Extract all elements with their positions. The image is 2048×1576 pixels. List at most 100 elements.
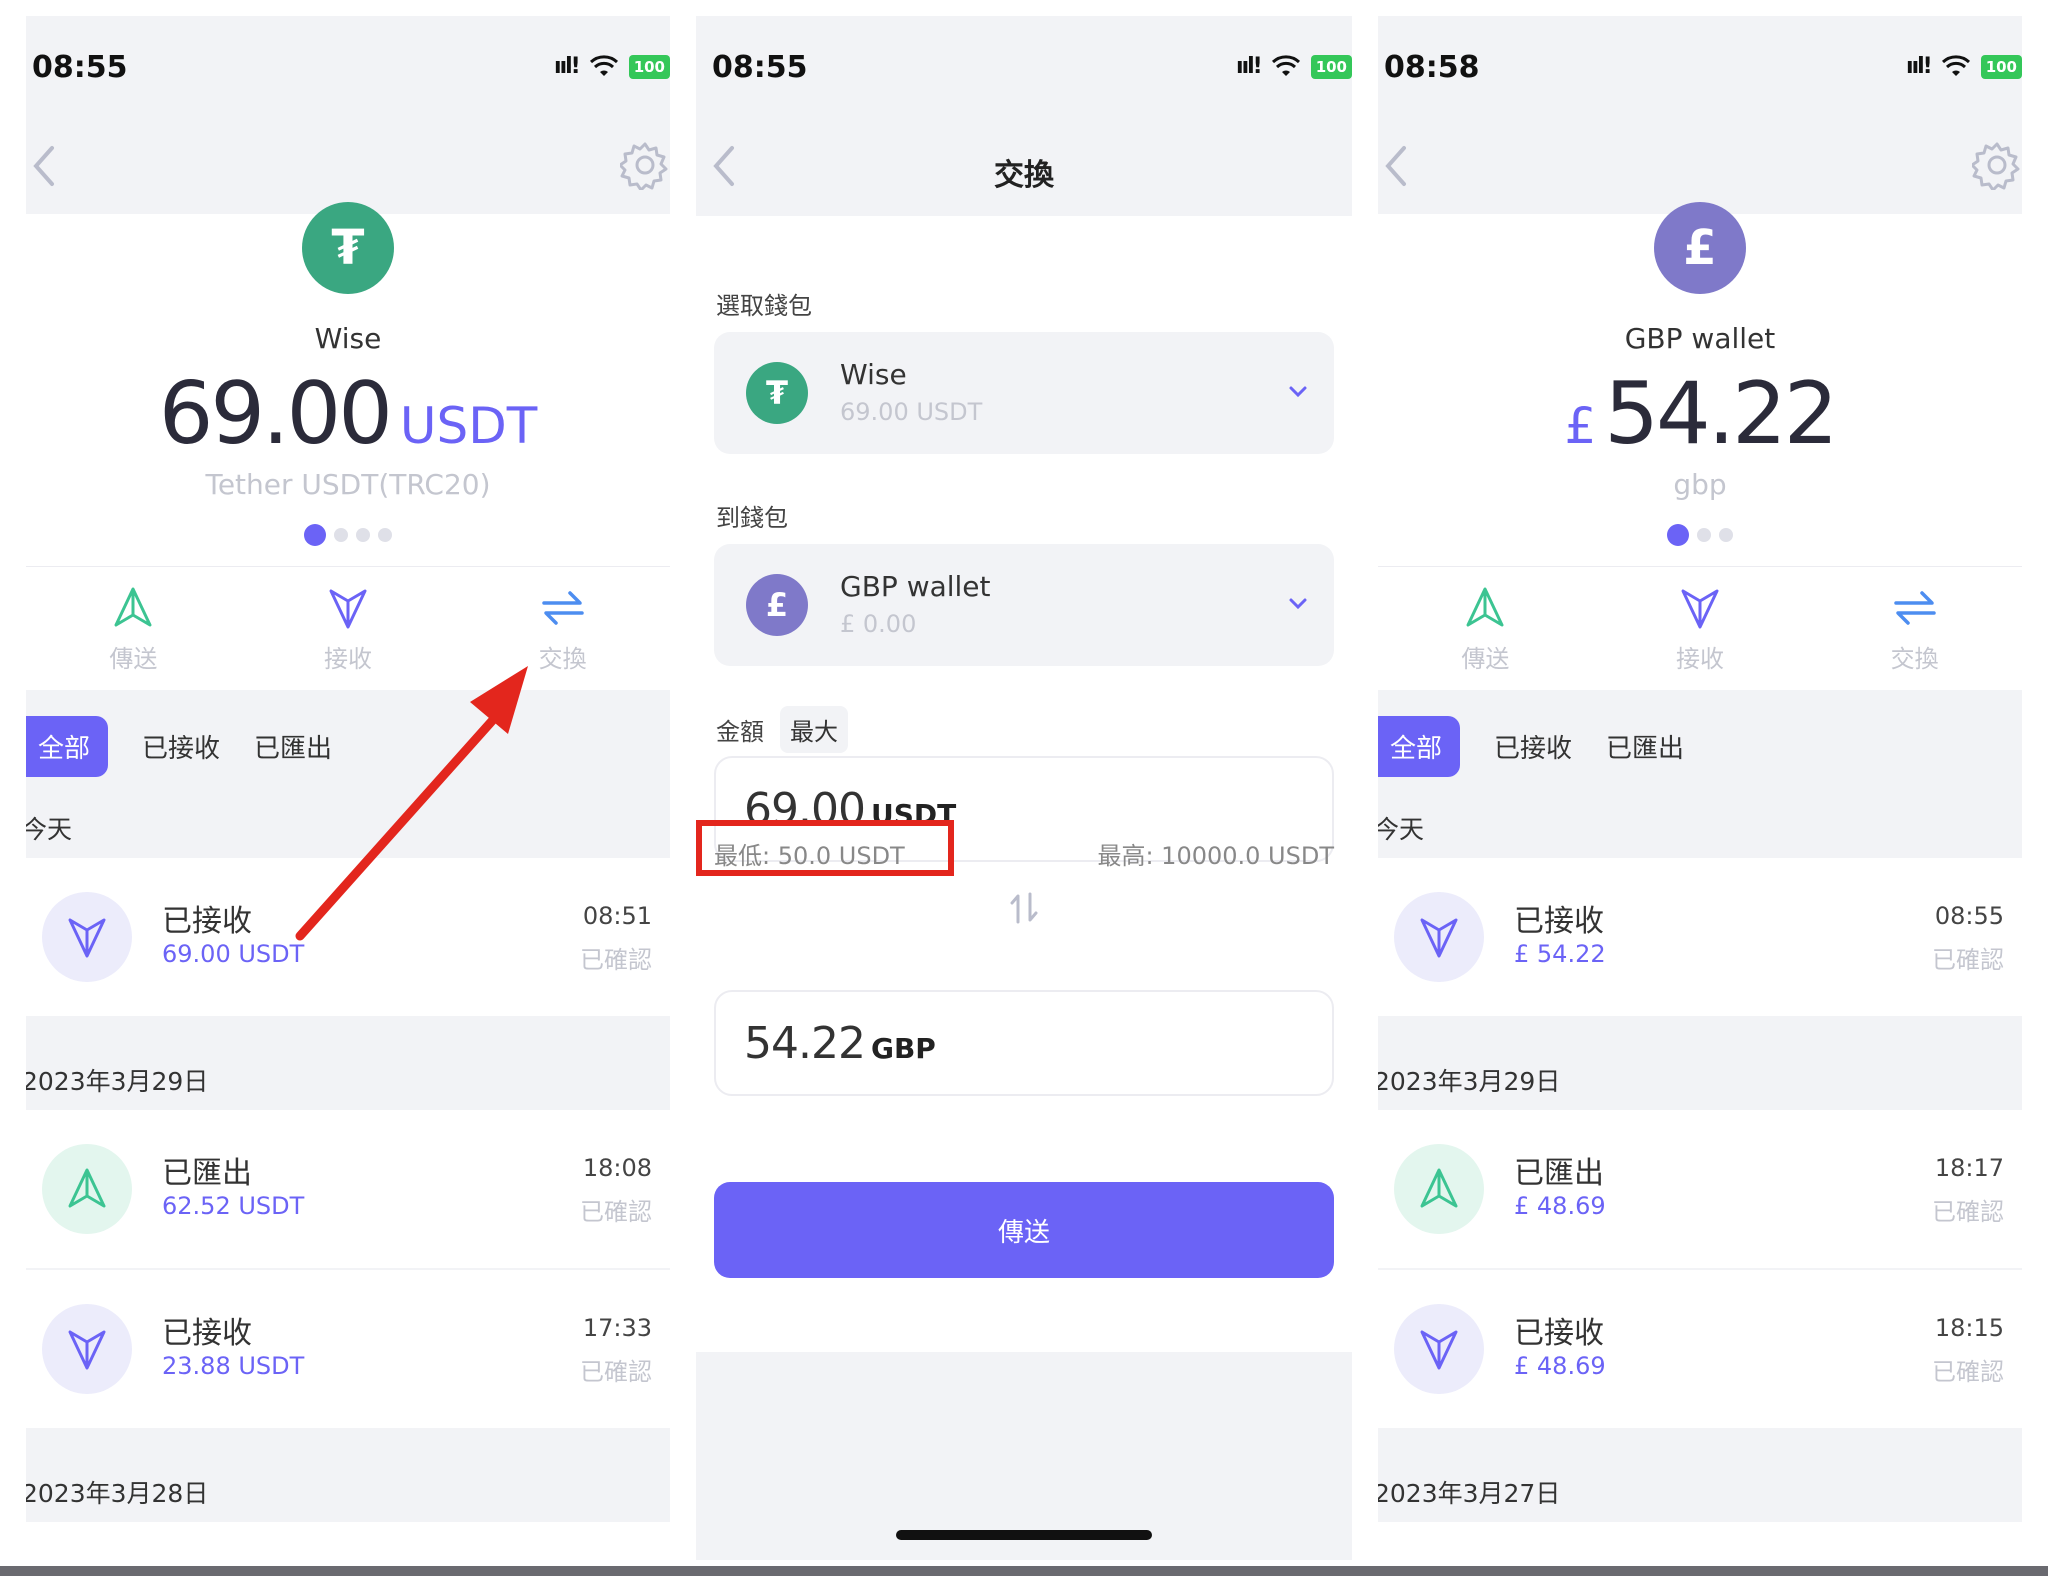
receive-action[interactable]: 接收 bbox=[278, 567, 418, 690]
wifi-icon bbox=[1941, 54, 1970, 76]
wifi-icon bbox=[1271, 54, 1300, 76]
to-wallet-label: 到錢包 bbox=[716, 504, 788, 532]
transaction-amount: £ 54.22 bbox=[1514, 940, 1606, 968]
transaction-status: 已確認 bbox=[1932, 1358, 2004, 1386]
status-time: 08:55 bbox=[712, 50, 808, 85]
receive-action[interactable]: 接收 bbox=[1630, 567, 1770, 690]
receive-icon bbox=[1394, 892, 1484, 982]
tab-received[interactable]: 已接收 bbox=[1494, 718, 1572, 775]
tab-sent[interactable]: 已匯出 bbox=[1606, 718, 1684, 775]
wallet-actions: 傳送 接收 交換 bbox=[1378, 566, 2022, 690]
transaction-status: 已確認 bbox=[580, 1358, 652, 1386]
battery-icon: 100 bbox=[1310, 54, 1352, 79]
transaction-type: 已接收 bbox=[1514, 1316, 1604, 1351]
back-icon[interactable] bbox=[1382, 144, 1410, 188]
receive-action-label: 接收 bbox=[323, 645, 372, 673]
balance-unit: USDT bbox=[399, 397, 538, 455]
receive-icon bbox=[329, 589, 367, 629]
exchange-form: 選取錢包 ₮ Wise 69.00 USDT 到錢包 £ GBP wallet … bbox=[696, 216, 1352, 1352]
wallet-network: Tether USDT(TRC20) bbox=[205, 468, 491, 501]
transaction-row[interactable] bbox=[26, 1522, 670, 1560]
gbp-icon: £ bbox=[746, 574, 808, 636]
gear-icon[interactable] bbox=[620, 140, 670, 190]
date-group-label: 今天 bbox=[1378, 815, 1425, 844]
filter-tabs: 全部 已接收 已匯出 bbox=[26, 716, 670, 777]
status-bar: 08:55 ııl! 100 bbox=[26, 16, 670, 132]
transaction-time: 18:15 bbox=[1934, 1314, 2004, 1342]
wallet-screen-gbp: 08:58 ııl! 100 £ GBP wallet £54.22 gbp 傳… bbox=[1378, 16, 2022, 1560]
transaction-status: 已確認 bbox=[1932, 946, 2004, 974]
page-indicator[interactable] bbox=[304, 524, 392, 546]
tab-received[interactable]: 已接收 bbox=[142, 718, 220, 775]
transaction-amount: £ 48.69 bbox=[1514, 1192, 1606, 1220]
transaction-type: 已匯出 bbox=[162, 1156, 252, 1191]
transaction-amount: £ 48.69 bbox=[1514, 1352, 1606, 1380]
receive-icon bbox=[1394, 1304, 1484, 1394]
transaction-time: 18:08 bbox=[582, 1154, 652, 1182]
transaction-time: 17:33 bbox=[582, 1314, 652, 1342]
battery-icon: 100 bbox=[1980, 54, 2022, 79]
divider bbox=[0, 1566, 2048, 1576]
to-wallet-select[interactable]: £ GBP wallet £ 0.00 bbox=[714, 544, 1334, 666]
max-button[interactable]: 最大 bbox=[780, 706, 848, 753]
wallet-actions: 傳送 接收 交換 bbox=[26, 566, 670, 690]
wallet-name: Wise bbox=[314, 322, 382, 355]
transaction-time: 08:51 bbox=[582, 902, 652, 930]
receive-unit: GBP bbox=[870, 1032, 936, 1065]
transaction-row[interactable]: 已接收 £ 48.69 18:15 已確認 bbox=[1378, 1270, 2022, 1428]
battery-icon: 100 bbox=[628, 54, 670, 79]
transaction-row[interactable]: 已匯出 £ 48.69 18:17 已確認 bbox=[1378, 1110, 2022, 1268]
send-icon bbox=[1394, 1144, 1484, 1234]
signal-icon: ııl! bbox=[1236, 54, 1263, 79]
gear-icon[interactable] bbox=[1972, 140, 2022, 190]
send-action-label: 傳送 bbox=[109, 645, 158, 673]
date-group-label: 今天 bbox=[26, 815, 73, 844]
send-button[interactable]: 傳送 bbox=[714, 1182, 1334, 1278]
transaction-time: 18:17 bbox=[1934, 1154, 2004, 1182]
swap-direction-icon[interactable] bbox=[1007, 890, 1041, 926]
status-bar: 08:58 ııl! 100 bbox=[1378, 16, 2022, 132]
tab-all[interactable]: 全部 bbox=[1378, 716, 1461, 777]
wallet-currency: gbp bbox=[1673, 468, 1727, 501]
page-indicator[interactable] bbox=[1667, 524, 1733, 546]
transaction-status: 已確認 bbox=[580, 1198, 652, 1226]
to-wallet-name: GBP wallet bbox=[840, 570, 991, 603]
send-icon bbox=[114, 587, 152, 627]
tab-all[interactable]: 全部 bbox=[26, 716, 109, 777]
chevron-down-icon bbox=[1289, 598, 1307, 610]
transaction-row[interactable]: 已接收 69.00 USDT 08:51 已確認 bbox=[26, 858, 670, 1016]
wallet-screen-usdt: 08:55 ııl! 100 ₮ Wise 69.00 USDT Tether U… bbox=[26, 16, 670, 1560]
send-action[interactable]: 傳送 bbox=[1415, 567, 1555, 690]
status-bar: 08:55 ııl! 100 bbox=[696, 16, 1352, 132]
receive-value: 54.22 bbox=[744, 1018, 866, 1069]
filter-tabs: 全部 已接收 已匯出 bbox=[1378, 716, 2022, 777]
transaction-row[interactable]: 已匯出 62.52 USDT 18:08 已確認 bbox=[26, 1110, 670, 1268]
receive-amount-field[interactable]: 54.22 GBP bbox=[714, 990, 1334, 1096]
send-icon bbox=[1466, 587, 1504, 627]
from-wallet-select[interactable]: ₮ Wise 69.00 USDT bbox=[714, 332, 1334, 454]
back-icon[interactable] bbox=[30, 144, 58, 188]
transaction-row[interactable]: 已接收 £ 54.22 08:55 已確認 bbox=[1378, 858, 2022, 1016]
wallet-balance: 69.00 USDT bbox=[26, 364, 670, 464]
from-wallet-label: 選取錢包 bbox=[716, 292, 812, 320]
exchange-action[interactable]: 交換 bbox=[1845, 567, 1985, 690]
from-wallet-balance: 69.00 USDT bbox=[840, 398, 983, 426]
balance-value: 54.22 bbox=[1604, 364, 1838, 464]
tether-icon: ₮ bbox=[302, 202, 394, 294]
transaction-row[interactable] bbox=[1378, 1522, 2022, 1560]
transaction-amount: 23.88 USDT bbox=[162, 1352, 305, 1380]
tether-icon: ₮ bbox=[746, 362, 808, 424]
transaction-row[interactable]: 已接收 23.88 USDT 17:33 已確認 bbox=[26, 1270, 670, 1428]
exchange-action-label: 交換 bbox=[538, 645, 587, 673]
send-action-label: 傳送 bbox=[1461, 645, 1510, 673]
send-action[interactable]: 傳送 bbox=[63, 567, 203, 690]
amount-label: 金額 bbox=[716, 718, 764, 746]
transaction-type: 已接收 bbox=[162, 904, 252, 939]
receive-icon bbox=[1681, 589, 1719, 629]
chevron-down-icon bbox=[1289, 386, 1307, 398]
exchange-action[interactable]: 交換 bbox=[493, 567, 633, 690]
tab-sent[interactable]: 已匯出 bbox=[254, 718, 332, 775]
max-limit: 最高: 10000.0 USDT bbox=[1097, 842, 1334, 870]
from-wallet-name: Wise bbox=[840, 358, 907, 391]
status-time: 08:58 bbox=[1384, 50, 1480, 85]
